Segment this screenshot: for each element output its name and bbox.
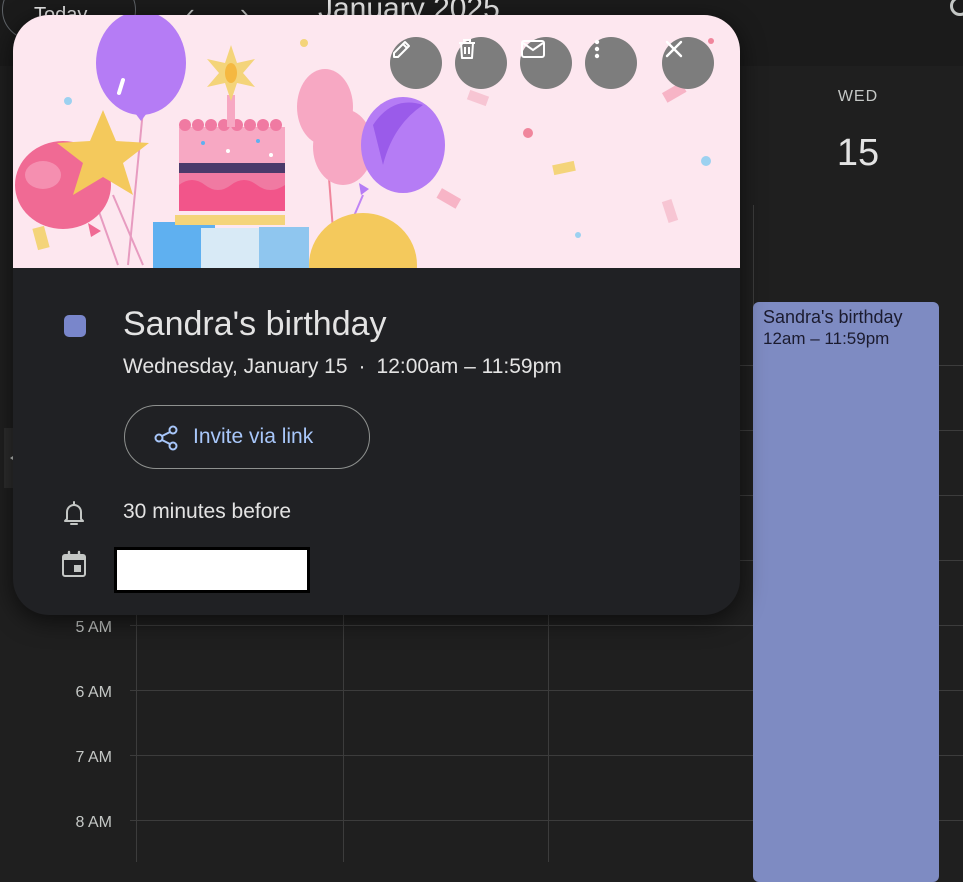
day-header-name: WED bbox=[837, 88, 879, 105]
day-header-number[interactable]: 15 bbox=[808, 132, 908, 175]
time-label: 6 AM bbox=[75, 684, 112, 701]
close-button[interactable] bbox=[662, 37, 714, 89]
birthday-banner-illustration bbox=[13, 15, 740, 268]
time-label: 8 AM bbox=[75, 814, 112, 831]
email-button[interactable] bbox=[520, 37, 572, 89]
event-date-time: Wednesday, January 15 · 12:00am – 11:59pm bbox=[123, 355, 562, 379]
event-title: Sandra's birthday bbox=[123, 305, 387, 343]
search-icon[interactable] bbox=[950, 0, 963, 16]
event-color-swatch bbox=[64, 315, 86, 337]
close-icon bbox=[665, 40, 683, 58]
delete-icon bbox=[459, 39, 475, 59]
event-date: Wednesday, January 15 bbox=[123, 355, 348, 378]
event-block-time: 12am – 11:59pm bbox=[763, 329, 890, 348]
event-block-title: Sandra's birthday bbox=[763, 307, 903, 327]
more-options-icon bbox=[594, 39, 600, 59]
invite-via-link-button[interactable]: Invite via link bbox=[124, 405, 370, 469]
event-time-range: 12:00am – 11:59pm bbox=[376, 355, 562, 378]
time-label: 5 AM bbox=[75, 619, 112, 636]
date-time-separator: · bbox=[358, 355, 366, 378]
email-icon bbox=[521, 40, 545, 58]
reminder-text: 30 minutes before bbox=[123, 500, 292, 523]
share-icon bbox=[154, 425, 178, 451]
invite-via-link-label: Invite via link bbox=[193, 425, 314, 448]
edit-icon bbox=[393, 41, 410, 58]
bell-icon bbox=[64, 501, 84, 525]
event-details-popup: Sandra's birthday Wednesday, January 15 ·… bbox=[13, 15, 740, 615]
time-label: 7 AM bbox=[75, 749, 112, 766]
more-options-button[interactable] bbox=[585, 37, 637, 89]
edit-button[interactable] bbox=[390, 37, 442, 89]
calendar-icon bbox=[62, 550, 86, 577]
delete-button[interactable] bbox=[455, 37, 507, 89]
calendar-event-block[interactable]: Sandra's birthday 12am – 11:59pm bbox=[753, 302, 939, 882]
redacted-calendar-name bbox=[114, 547, 310, 593]
